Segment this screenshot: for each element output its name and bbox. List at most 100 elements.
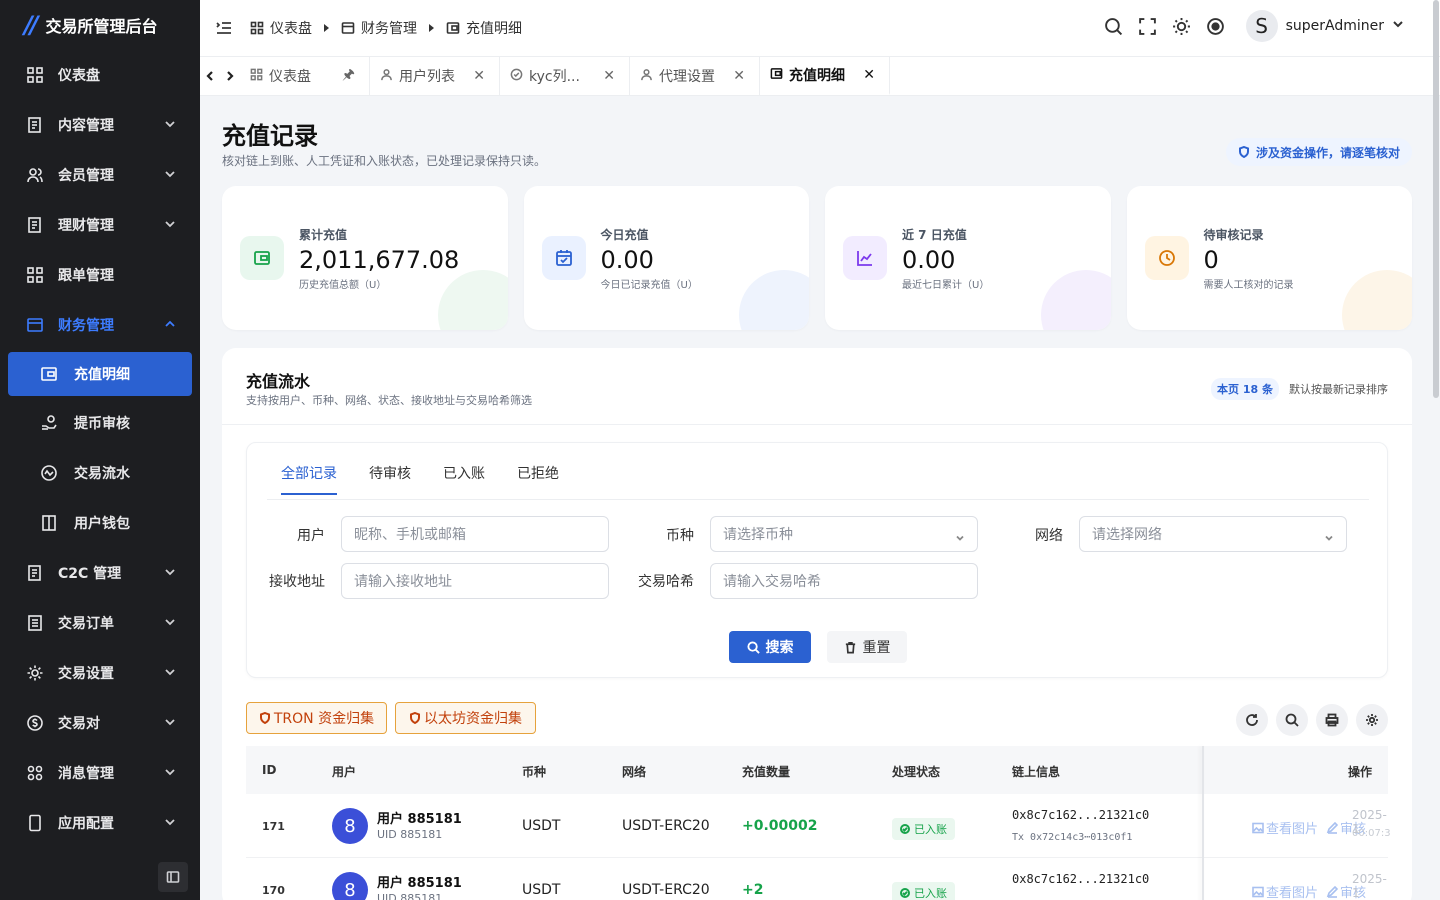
close-icon[interactable]: ✕ [603, 68, 615, 84]
page-title: 充值记录 [222, 122, 318, 150]
sidebar-item-trading-pairs[interactable]: 交易对 [0, 698, 200, 748]
stat-value: 0.00 [600, 246, 654, 274]
user-name[interactable]: 用户 885181 [377, 808, 462, 827]
sidebar-item-app-config[interactable]: 应用配置 [0, 798, 200, 848]
sidebar-item-dashboard[interactable]: 仪表盘 [0, 50, 200, 100]
search-icon[interactable] [1104, 16, 1124, 36]
page-subtitle: 核对链上到账、人工凭证和入账状态，已处理记录保持只读。 [222, 154, 547, 168]
sidebar-item-label: 交易设置 [58, 666, 114, 682]
view-image-link[interactable]: 查看图片 [1252, 818, 1318, 837]
decorative-blob [1342, 270, 1412, 330]
chevron-down-icon [1324, 531, 1334, 547]
search-icon [746, 640, 760, 654]
sidebar-item-label: 交易对 [58, 716, 100, 732]
tab-rejected[interactable]: 已拒绝 [517, 463, 559, 495]
stat-desc: 需要人工核对的记录 [1203, 280, 1294, 291]
user-name[interactable]: 用户 885181 [377, 872, 462, 891]
close-icon[interactable]: ✕ [863, 67, 875, 83]
address-input[interactable]: 请输入接收地址 [341, 563, 609, 599]
breadcrumb-item-finance[interactable]: 财务管理 [341, 18, 417, 38]
tabs-scroll-left-button[interactable] [200, 57, 220, 95]
tab-all-records[interactable]: 全部记录 [281, 463, 337, 495]
hash-input[interactable]: 请输入交易哈希 [710, 563, 978, 599]
wallet-icon [770, 67, 783, 84]
trash-icon [845, 641, 855, 653]
chain-hash[interactable]: 0x8c7c162...21321c0 [1012, 808, 1149, 822]
eth-collect-button[interactable]: 以太坊资金归集 [395, 702, 536, 734]
network-select[interactable]: 请选择网络 [1079, 516, 1347, 552]
breadcrumb-item-dashboard[interactable]: 仪表盘 [250, 18, 312, 38]
sidebar-item-members[interactable]: 会员管理 [0, 150, 200, 200]
breadcrumb-item-deposit-details: 充值明细 [446, 18, 522, 38]
tron-collect-button[interactable]: TRON 资金归集 [246, 702, 387, 734]
button-label: 重置 [862, 640, 891, 656]
sidebar-item-trade-orders[interactable]: 交易订单 [0, 598, 200, 648]
sidebar-item-messages[interactable]: 消息管理 [0, 748, 200, 798]
sidebar-subitem-user-wallets[interactable]: 用户钱包 [0, 498, 200, 548]
user-input[interactable]: 昵称、手机或邮箱 [341, 516, 609, 552]
column-header: 网络 [622, 765, 647, 779]
scrollbar-thumb[interactable] [1433, 0, 1439, 398]
image-icon [1252, 886, 1264, 897]
refresh-button[interactable] [1236, 704, 1268, 736]
close-icon[interactable]: ✕ [733, 68, 745, 84]
gear-icon [26, 664, 44, 682]
tab-deposit-details[interactable]: 充值明细 ✕ [760, 57, 890, 95]
status-badge: 已入账 [892, 882, 955, 900]
risk-notice-badge: 涉及资金操作，请逐笔核对 [1225, 138, 1412, 166]
tab-dashboard[interactable]: 仪表盘 🖈 [240, 57, 370, 95]
sidebar-item-content[interactable]: 内容管理 [0, 100, 200, 150]
sidebar-item-copy-trading[interactable]: 跟单管理 [0, 250, 200, 300]
user-menu[interactable]: S superAdminer [1245, 10, 1404, 42]
tab-pending[interactable]: 待审核 [369, 463, 411, 495]
page-scrollbar[interactable] [1432, 0, 1440, 900]
shield-icon [1238, 146, 1249, 158]
status-text: 已入账 [914, 887, 947, 900]
print-button[interactable] [1316, 704, 1348, 736]
reset-button[interactable]: 重置 [827, 631, 907, 663]
input-placeholder: 请输入接收地址 [354, 574, 452, 590]
menu-fold-icon[interactable] [214, 18, 234, 38]
users-icon [26, 166, 44, 184]
sidebar-subitem-deposit-details[interactable]: 充值明细 [8, 352, 192, 396]
sidebar-item-c2c[interactable]: C2C 管理 [0, 548, 200, 598]
sidebar-subitem-withdraw-review[interactable]: 提币审核 [0, 398, 200, 448]
tab-kyc-list[interactable]: kyc列... ✕ [500, 57, 630, 95]
edit-icon [1326, 885, 1338, 898]
settings-icon[interactable] [1206, 16, 1226, 36]
user-icon [640, 68, 653, 85]
activity-icon [40, 464, 58, 482]
close-icon[interactable]: ✕ [473, 68, 485, 84]
fixed-column-divider [1202, 746, 1204, 900]
sun-icon[interactable] [1172, 16, 1192, 36]
sidebar-item-label: 交易流水 [74, 466, 130, 482]
view-image-link[interactable]: 查看图片 [1252, 882, 1318, 900]
stat-desc: 历史充值总额（U） [299, 280, 387, 291]
tab-user-list[interactable]: 用户列表 ✕ [370, 57, 500, 95]
tab-credited[interactable]: 已入账 [443, 463, 485, 495]
fullscreen-icon[interactable] [1138, 16, 1158, 36]
tabs-scroll-right-button[interactable] [220, 57, 240, 95]
sidebar-item-label: 应用配置 [58, 816, 114, 832]
sidebar-subitem-transactions[interactable]: 交易流水 [0, 448, 200, 498]
search-button[interactable]: 搜索 [729, 631, 811, 663]
table-search-button[interactable] [1276, 704, 1308, 736]
chain-hash[interactable]: 0x8c7c162...21321c0 [1012, 872, 1149, 886]
tab-label: 用户列表 [399, 69, 455, 85]
sidebar-item-finance-products[interactable]: 理财管理 [0, 200, 200, 250]
column-settings-button[interactable] [1356, 704, 1388, 736]
sidebar-item-finance[interactable]: 财务管理 [0, 300, 200, 350]
coin-select[interactable]: 请选择币种 [710, 516, 978, 552]
avatar: 8 [332, 872, 368, 900]
sidebar-item-label: 会员管理 [58, 168, 114, 184]
brand[interactable]: // 交易所管理后台 [0, 0, 200, 50]
button-label: 搜索 [765, 640, 794, 656]
breadcrumb-label: 仪表盘 [270, 21, 312, 37]
tab-agent-settings[interactable]: 代理设置 ✕ [630, 57, 760, 95]
pin-icon[interactable]: 🖈 [342, 64, 355, 88]
sidebar-collapse-button[interactable] [158, 862, 188, 892]
calendar-icon [541, 236, 586, 280]
stat-card-total-deposit: 累计充值 2,011,677.08 历史充值总额（U） [222, 186, 508, 330]
input-placeholder: 请输入交易哈希 [723, 574, 821, 590]
sidebar-item-trade-settings[interactable]: 交易设置 [0, 648, 200, 698]
